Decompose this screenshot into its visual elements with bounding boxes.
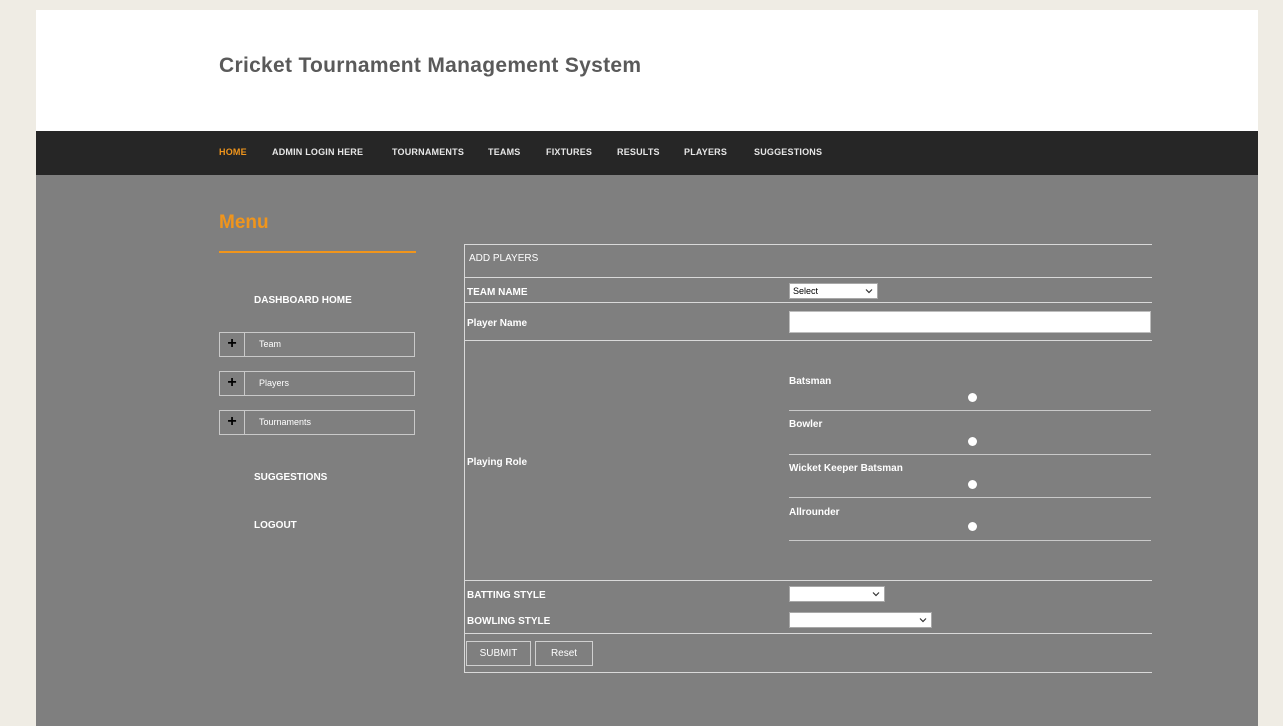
team-name-label: TEAM NAME	[467, 287, 528, 298]
sidebar-item-players[interactable]: + Players	[219, 371, 415, 396]
team-name-select-value: Select	[793, 286, 819, 296]
playing-role-label: Playing Role	[467, 457, 528, 468]
submit-button[interactable]: SUBMIT	[466, 641, 531, 666]
role-bowler-label: Bowler	[789, 419, 823, 430]
role-divider	[789, 454, 1151, 455]
role-divider	[789, 540, 1151, 541]
nav-home[interactable]: HOME	[219, 147, 247, 157]
role-divider	[789, 497, 1151, 498]
role-batsman-label: Batsman	[789, 376, 832, 387]
team-name-select[interactable]: Select	[789, 283, 878, 299]
sidebar-item-label: Tournaments	[259, 417, 312, 427]
role-allrounder-radio[interactable]	[968, 522, 977, 531]
nav-bar: HOME ADMIN LOGIN HERE TOURNAMENTS TEAMS …	[36, 131, 1258, 175]
batting-style-label: BATTING STYLE	[467, 590, 546, 601]
page: Cricket Tournament Management System HOM…	[36, 10, 1258, 726]
role-bowler-radio[interactable]	[968, 437, 977, 446]
form-rule	[464, 277, 1152, 278]
nav-admin-login[interactable]: ADMIN LOGIN HERE	[272, 147, 363, 157]
role-wicket-keeper-label: Wicket Keeper Batsman	[789, 463, 903, 474]
role-divider	[789, 410, 1151, 411]
plus-icon: +	[220, 411, 245, 434]
site-header: Cricket Tournament Management System	[36, 10, 1258, 131]
form-rule	[464, 244, 1152, 245]
form-heading: ADD PLAYERS	[469, 253, 539, 264]
site-title: Cricket Tournament Management System	[219, 54, 642, 77]
player-name-input[interactable]	[789, 311, 1151, 333]
role-batsman-radio[interactable]	[968, 393, 977, 402]
form-rule	[464, 580, 1152, 581]
reset-button[interactable]: Reset	[535, 641, 593, 666]
sidebar-logout[interactable]: LOGOUT	[254, 520, 297, 531]
sidebar-dashboard-home[interactable]: DASHBOARD HOME	[254, 295, 352, 306]
sidebar-item-label: Team	[259, 339, 282, 349]
chevron-down-icon	[865, 289, 873, 294]
sidebar-item-tournaments[interactable]: + Tournaments	[219, 410, 415, 435]
player-name-label: Player Name	[467, 318, 528, 329]
chevron-down-icon	[919, 618, 927, 623]
nav-teams[interactable]: TEAMS	[488, 147, 521, 157]
form-rule	[464, 340, 1152, 341]
form-rule	[464, 633, 1152, 634]
form-border-left	[464, 244, 465, 672]
sidebar-suggestions[interactable]: SUGGESTIONS	[254, 472, 327, 483]
bowling-style-label: BOWLING STYLE	[467, 616, 551, 627]
chevron-down-icon	[872, 592, 880, 597]
plus-icon: +	[220, 372, 245, 395]
sidebar-item-team[interactable]: + Team	[219, 332, 415, 357]
bowling-style-select[interactable]	[789, 612, 932, 628]
sidebar-item-label: Players	[259, 378, 290, 388]
nav-players[interactable]: PLAYERS	[684, 147, 727, 157]
form-rule	[464, 302, 1152, 303]
batting-style-select[interactable]	[789, 586, 885, 602]
form-rule	[464, 672, 1152, 673]
nav-tournaments[interactable]: TOURNAMENTS	[392, 147, 464, 157]
nav-suggestions[interactable]: SUGGESTIONS	[754, 147, 822, 157]
nav-fixtures[interactable]: FIXTURES	[546, 147, 592, 157]
nav-results[interactable]: RESULTS	[617, 147, 660, 157]
menu-title: Menu	[219, 212, 269, 233]
role-allrounder-label: Allrounder	[789, 507, 840, 518]
menu-divider	[219, 251, 416, 253]
plus-icon: +	[220, 333, 245, 356]
role-wicket-keeper-radio[interactable]	[968, 480, 977, 489]
